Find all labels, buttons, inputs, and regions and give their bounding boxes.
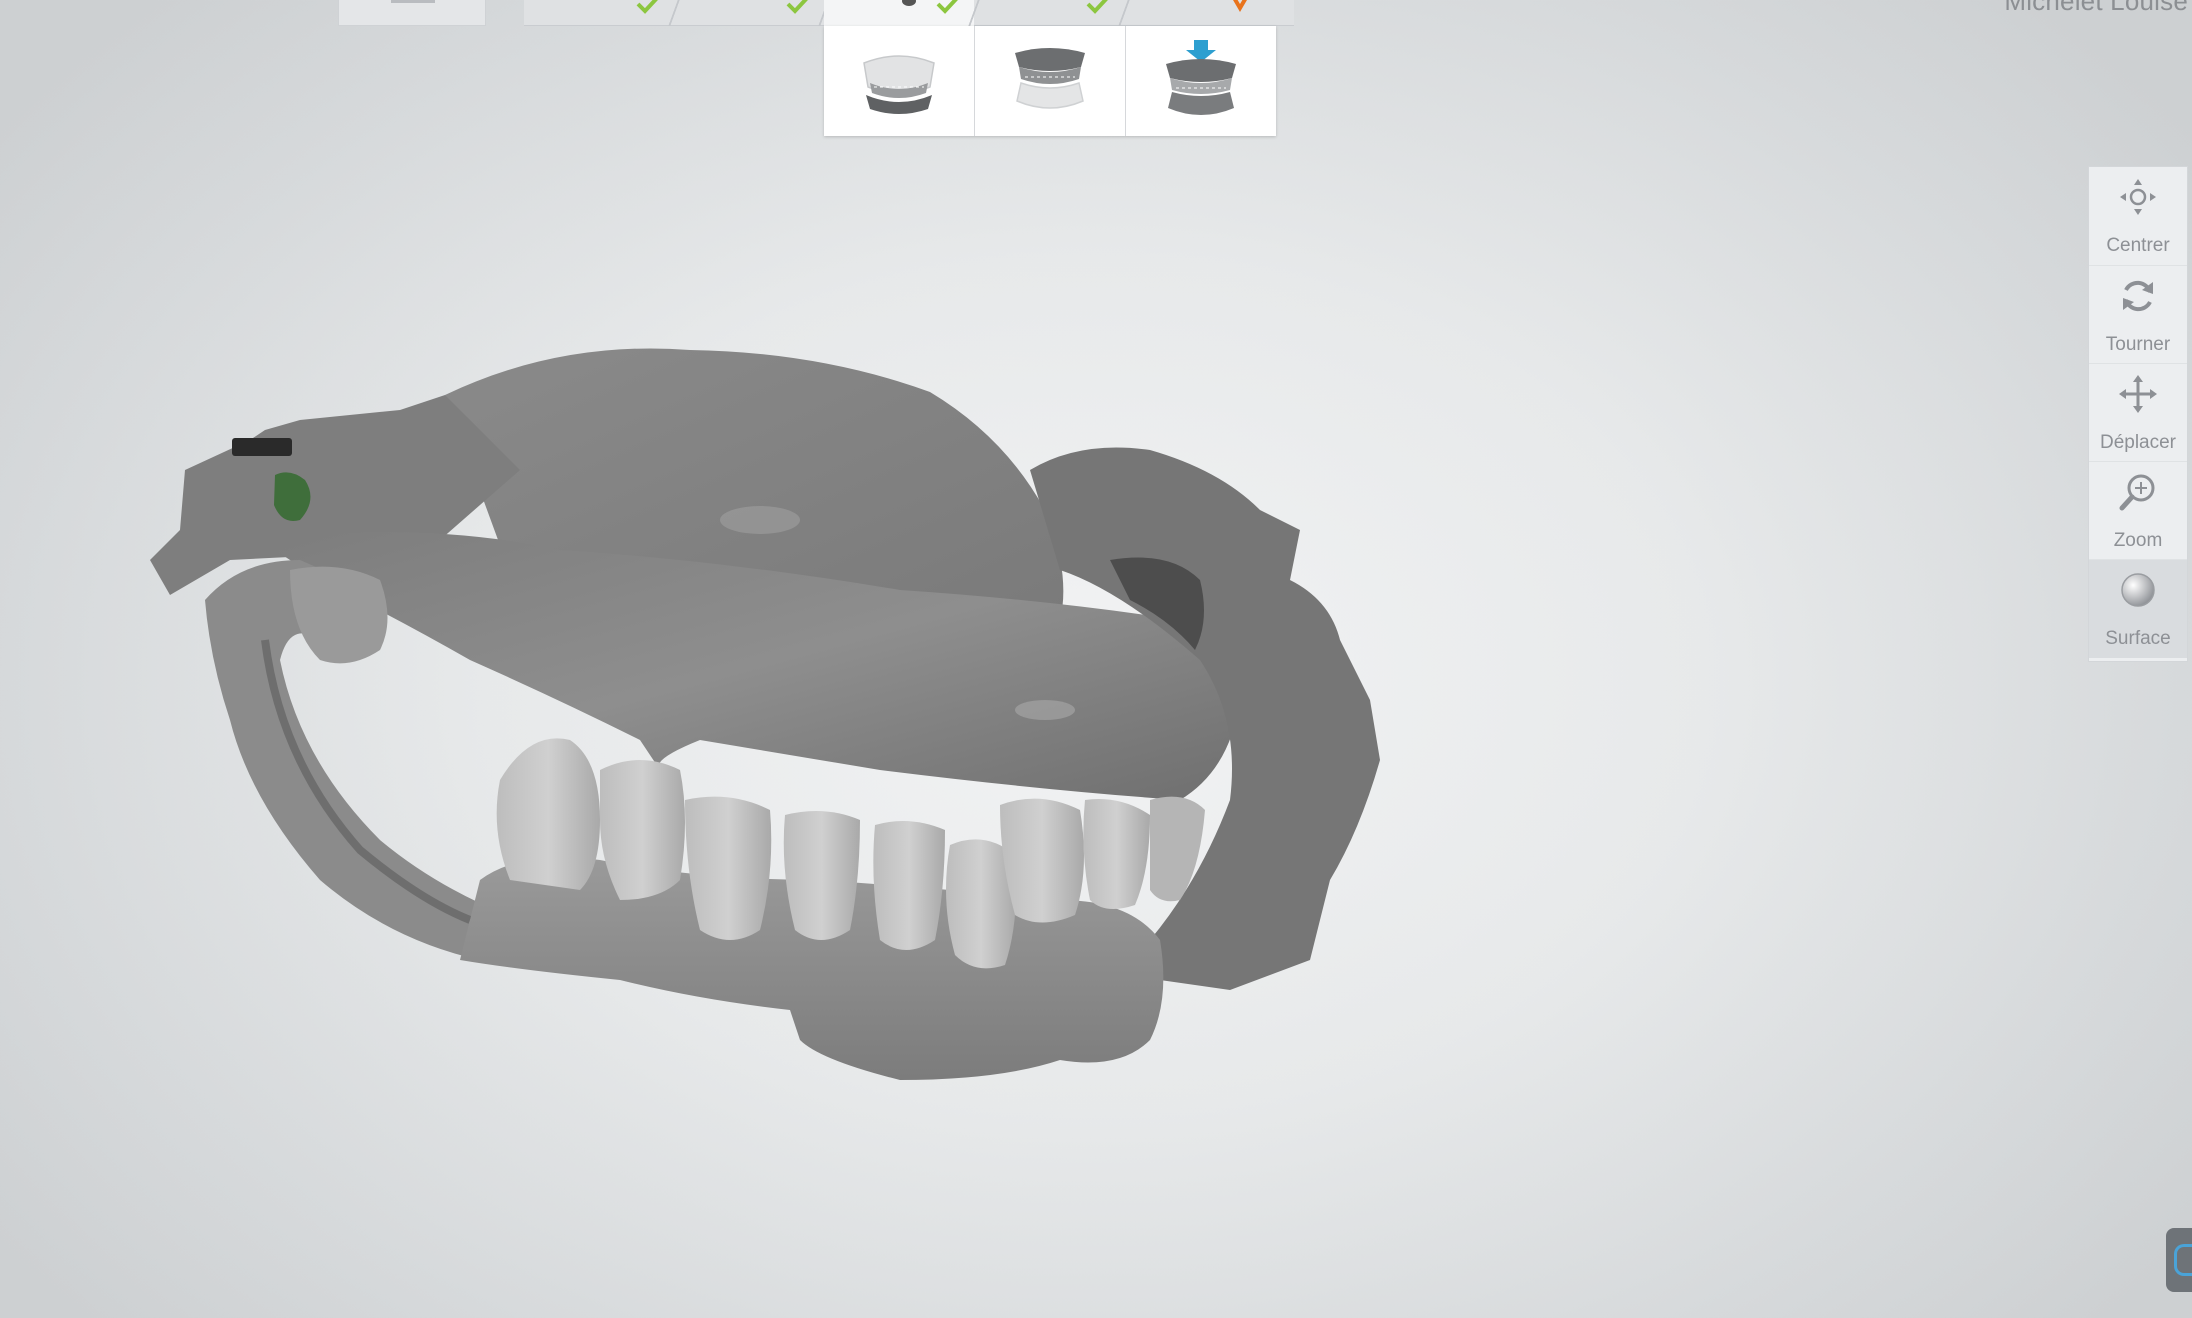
lower-molar-2 <box>600 760 685 900</box>
tourner-button[interactable]: Tourner <box>2089 265 2187 364</box>
active-step-dot-icon <box>902 0 916 6</box>
upper-incisor-3 <box>1150 796 1205 902</box>
check-icon <box>636 0 658 14</box>
check-icon <box>1086 0 1108 14</box>
surface-sphere-icon <box>2121 573 2155 607</box>
step-tab-3[interactable] <box>824 0 980 26</box>
upper-left-flange <box>150 395 520 595</box>
menu-button[interactable] <box>338 0 486 26</box>
zoom-button[interactable]: Zoom <box>2089 461 2187 560</box>
zoom-label: Zoom <box>2113 530 2163 551</box>
panel-tab-icon <box>2174 1244 2192 1276</box>
surface-button[interactable]: Surface <box>2089 559 2187 658</box>
zoom-magnifier-icon <box>2119 474 2155 511</box>
upper-incisor-1 <box>1000 798 1084 923</box>
upper-arch <box>260 532 1240 800</box>
dental-scan-3d-view <box>150 348 1380 1080</box>
center-crosshair-icon <box>2120 179 2156 215</box>
upper-right-region <box>1030 447 1380 990</box>
upper-jaw-scan-button[interactable] <box>824 26 975 136</box>
upper-incisor-2 <box>1083 799 1150 909</box>
check-icon <box>786 0 808 14</box>
lower-left-ridge <box>205 560 520 960</box>
deplacer-button[interactable]: Déplacer <box>2089 363 2187 462</box>
warning-icon <box>1233 0 1247 12</box>
lower-arch <box>460 857 1164 1080</box>
centrer-button[interactable]: Centrer <box>2089 167 2187 265</box>
lower-molar-1 <box>496 738 600 890</box>
upper-jaw-scan-icon <box>863 55 935 114</box>
lower-premolar-2 <box>783 811 860 940</box>
check-icon <box>936 0 958 14</box>
expand-panel-tab[interactable] <box>2166 1228 2192 1292</box>
step-tab-5[interactable] <box>1124 0 1294 26</box>
deplacer-label: Déplacer <box>2099 432 2177 453</box>
workflow-step-tabs <box>524 0 1294 26</box>
rotate-icon <box>2123 280 2153 312</box>
left-stub <box>290 566 388 664</box>
lower-canine <box>873 821 945 950</box>
scan-marker-dark <box>232 438 292 456</box>
surface-label: Surface <box>2105 628 2171 649</box>
lower-incisor-1 <box>946 839 1017 969</box>
bite-scan-icon <box>1166 40 1236 115</box>
palate-dome <box>445 348 1064 620</box>
view-toolbar: Centrer Tourner Déplacer Zoom Surface <box>2088 166 2188 662</box>
step-tab-2[interactable] <box>674 0 830 26</box>
patient-name: Michelet Louise <box>2004 0 2188 16</box>
lower-jaw-scan-button[interactable] <box>975 26 1126 136</box>
menu-bar-icon <box>391 0 435 3</box>
scan-mode-selector <box>824 26 1276 136</box>
lower-jaw-scan-icon <box>1015 48 1085 109</box>
step-tab-4[interactable] <box>974 0 1130 26</box>
move-icon <box>2119 375 2157 413</box>
bite-scan-button[interactable] <box>1126 26 1276 136</box>
lower-premolar-1 <box>685 796 772 940</box>
tourner-label: Tourner <box>2105 334 2171 355</box>
centrer-label: Centrer <box>2106 235 2170 256</box>
scan-marker-green <box>274 472 311 521</box>
step-tab-1[interactable] <box>524 0 680 26</box>
